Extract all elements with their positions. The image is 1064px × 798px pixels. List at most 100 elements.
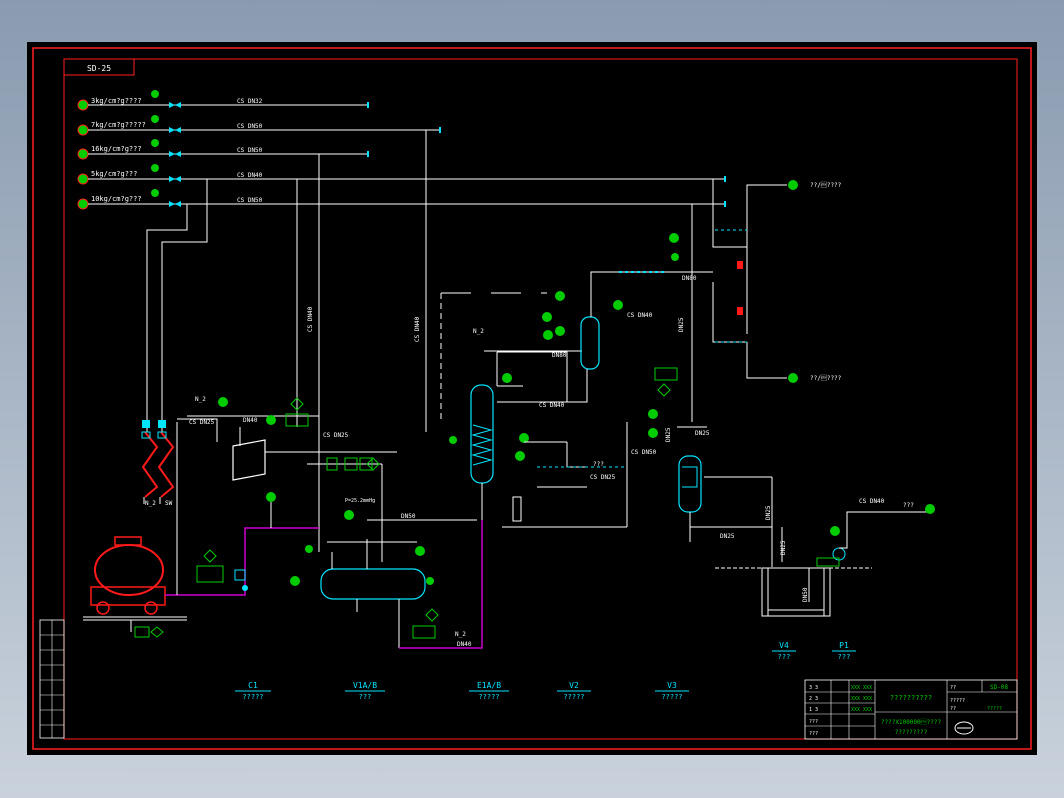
pipe-dn25-f: DN25 bbox=[780, 540, 787, 555]
vessel-note: P=25.2mmHg bbox=[345, 498, 375, 504]
pipe-dn25-c: DN25 bbox=[695, 430, 710, 437]
pipe-cs-dn50-mid: CS DN50 bbox=[631, 449, 657, 456]
heating-coils bbox=[141, 420, 175, 504]
revision-strip bbox=[39, 619, 65, 739]
upper-header: DN80 ??/???? ??/???? bbox=[590, 180, 842, 383]
supply-1-pipe: CS DN32 bbox=[237, 98, 263, 105]
pipe-cs-dn40-v2: CS DN40 bbox=[414, 316, 421, 342]
valve-b bbox=[242, 585, 248, 591]
drawing-canvas: SD-25 3kg/cm?g???? CS DN32 7kg/cm?g?????… bbox=[27, 42, 1037, 755]
supply-1-label: 3kg/cm?g???? bbox=[91, 97, 142, 105]
supply-3-pipe: CS DN50 bbox=[237, 147, 263, 154]
tb-cell-2: XXX XXX bbox=[851, 696, 872, 702]
equipment-labels: C1 ????? V1A/B ??? E1A/B ????? V2 ????? … bbox=[235, 641, 856, 701]
supply-5-pipe: CS DN50 bbox=[237, 197, 263, 204]
tb-title: ?????????? bbox=[890, 694, 932, 702]
supply-3-label: 16kg/cm?g??? bbox=[91, 145, 142, 153]
filter-diamond bbox=[203, 549, 217, 563]
equipment-name-v1: ??? bbox=[359, 693, 372, 701]
valve-a bbox=[234, 569, 246, 581]
equipment-tag-v2: V2 bbox=[569, 681, 579, 690]
inner-frame bbox=[63, 58, 1018, 740]
supply-headers: 3kg/cm?g???? CS DN32 7kg/cm?g????? CS DN… bbox=[77, 90, 726, 210]
supply-1-gauge-icon bbox=[77, 99, 89, 111]
tank-truck bbox=[83, 536, 187, 638]
equipment-tag-e1: E1A/B bbox=[477, 681, 501, 690]
outer-frame bbox=[32, 47, 1032, 750]
pid-diagram: SD-25 3kg/cm?g???? CS DN32 7kg/cm?g?????… bbox=[32, 47, 1032, 750]
pipe-dn80-a: DN80 bbox=[552, 352, 567, 359]
pipe-cs-dn25-b: CS DN25 bbox=[323, 432, 349, 439]
column-e1: N_2 bbox=[449, 328, 523, 520]
title-block: 3 3 2 3 1 3 ??? ??? XXX XXX XXX XXX XXX … bbox=[804, 679, 1018, 740]
pipe-dn40-top: DN40 bbox=[243, 417, 258, 424]
bottom-loop: N_2 DN40 bbox=[398, 520, 483, 649]
supply-3-gauge-icon bbox=[77, 148, 89, 160]
equipment-tag-v1: V1A/B bbox=[353, 681, 377, 690]
tb-cell-1: XXX XXX bbox=[851, 685, 872, 691]
pipe-cs-dn40-right: CS DN40 bbox=[859, 498, 885, 505]
pit-p1: DN50 DN25 CS DN40 ??? bbox=[715, 498, 935, 617]
tb-drawing-no: SD-08 bbox=[990, 684, 1008, 691]
outlet-bottom: ??/???? bbox=[810, 374, 842, 382]
equipment-name-v4: ??? bbox=[778, 653, 791, 661]
sw-label: SW bbox=[165, 500, 173, 507]
equipment-name-c1: ????? bbox=[242, 693, 263, 701]
tb-row-5: ??? bbox=[809, 731, 818, 737]
supply-2-label: 7kg/cm?g????? bbox=[91, 121, 146, 129]
pipe-cs-dn25-a: CS DN25 bbox=[189, 419, 215, 426]
equipment-name-e1: ????? bbox=[478, 693, 499, 701]
equipment-tag-v4: V4 bbox=[779, 641, 789, 650]
tb-cell-3: XXX XXX bbox=[851, 707, 872, 713]
tb-row-4: ??? bbox=[809, 719, 818, 725]
drawing-code: SD-25 bbox=[87, 64, 111, 73]
header-drops bbox=[146, 130, 748, 552]
vessel-v2: CS DN50 DN25 DN25 DN25 DN25 bbox=[502, 367, 773, 567]
pipe-dn25-d: DN25 bbox=[720, 533, 735, 540]
supply-2-pipe: CS DN50 bbox=[237, 123, 263, 130]
n2-label-b: N_2 bbox=[195, 396, 206, 403]
n2-label-a: N_2 bbox=[145, 500, 156, 507]
equipment-name-v3: ????? bbox=[661, 693, 682, 701]
condenser-area: DN80 CS DN40 CS DN40 bbox=[484, 291, 653, 409]
n2-label-c: N_2 bbox=[455, 631, 466, 638]
supply-2-gauge-icon bbox=[77, 124, 89, 136]
equipment-tag-c1: C1 bbox=[248, 681, 258, 690]
n2-label-d: N_2 bbox=[473, 328, 484, 335]
pipe-dn80-b: DN80 bbox=[682, 275, 697, 282]
tb-side-4: ????? bbox=[987, 706, 1002, 712]
pipe-dn40-low: DN40 bbox=[457, 641, 472, 648]
tb-row-3: 1 3 bbox=[809, 707, 818, 713]
tb-row-1: 3 3 bbox=[809, 685, 818, 691]
pipe-cs-dn40-mid: CS DN40 bbox=[539, 402, 565, 409]
pipe-dn50-low: DN50 bbox=[401, 513, 416, 520]
tb-side-2: ????? bbox=[950, 698, 965, 704]
tb-subtitle: ????X100000???? bbox=[881, 718, 942, 726]
tb-side-1: ?? bbox=[950, 685, 956, 691]
pipe-cs-dn25-c: CS DN25 bbox=[590, 474, 616, 481]
supply-4-pipe: CS DN40 bbox=[237, 172, 263, 179]
supply-5-label: 10kg/cm?g??? bbox=[91, 195, 142, 203]
equipment-tag-p1: P1 bbox=[839, 641, 849, 650]
equipment-name-v2: ????? bbox=[563, 693, 584, 701]
outlet-top: ??/???? bbox=[810, 181, 842, 189]
pipe-dn25-e: DN25 bbox=[765, 505, 772, 520]
pipe-dn25-b: DN25 bbox=[665, 427, 672, 442]
outlet-mid-small: ??? bbox=[593, 461, 604, 468]
pipe-cs-dn40-v1: CS DN40 bbox=[307, 306, 314, 332]
compressor-c1: N_2 CS DN25 DN40 bbox=[187, 396, 319, 481]
pipe-cs-dn40-top: CS DN40 bbox=[627, 312, 653, 319]
tb-subtitle2: ????????? bbox=[895, 729, 928, 736]
tb-row-2: 2 3 bbox=[809, 696, 818, 702]
equipment-tag-v3: V3 bbox=[667, 681, 677, 690]
tb-side-3: ?? bbox=[950, 706, 956, 712]
supply-5-gauge-icon bbox=[77, 198, 89, 210]
supply-4-label: 5kg/cm?g??? bbox=[91, 170, 137, 178]
filter-box-a bbox=[196, 565, 224, 583]
pipe-dn25-a: DN25 bbox=[678, 317, 685, 332]
supply-4-gauge-icon bbox=[77, 173, 89, 185]
middle-pumps: CS DN25 ??? bbox=[512, 433, 627, 522]
outlet-mid: ??? bbox=[903, 502, 914, 509]
equipment-name-p1: ??? bbox=[838, 653, 851, 661]
pipe-dn50-pit: DN50 bbox=[802, 587, 809, 602]
